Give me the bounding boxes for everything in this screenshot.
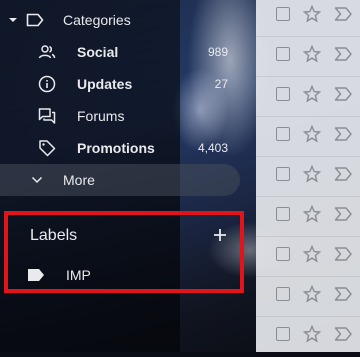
sidebar-item-social[interactable]: Social 989	[0, 36, 240, 68]
table-row[interactable]	[256, 276, 360, 317]
forum-icon	[38, 107, 56, 125]
star-icon[interactable]	[303, 85, 321, 103]
sidebar: Categories Social 989 Updates 27 Forums …	[0, 0, 256, 352]
tag-icon	[38, 139, 56, 157]
sidebar-item-updates[interactable]: Updates 27	[0, 68, 240, 100]
important-marker-icon[interactable]	[334, 206, 354, 222]
label-item-label: IMP	[66, 267, 91, 283]
sidebar-item-forums[interactable]: Forums	[0, 100, 240, 132]
table-row[interactable]	[256, 316, 360, 357]
table-row[interactable]	[256, 236, 360, 277]
star-icon[interactable]	[303, 165, 321, 183]
star-icon[interactable]	[303, 5, 321, 23]
categories-toggle[interactable]: Categories	[0, 4, 240, 36]
checkbox[interactable]	[276, 87, 290, 101]
star-icon[interactable]	[303, 125, 321, 143]
label-icon	[28, 268, 46, 282]
table-row[interactable]	[256, 116, 360, 157]
sidebar-item-promotions[interactable]: Promotions 4,403	[0, 132, 240, 164]
checkbox[interactable]	[276, 327, 290, 341]
more-button[interactable]: More	[0, 164, 240, 196]
important-marker-icon[interactable]	[334, 126, 354, 142]
star-icon[interactable]	[303, 245, 321, 263]
people-icon	[38, 43, 56, 61]
category-label-icon	[26, 11, 44, 29]
checkbox[interactable]	[276, 47, 290, 61]
important-marker-icon[interactable]	[334, 326, 354, 342]
table-row[interactable]	[256, 76, 360, 117]
categories-label: Categories	[63, 12, 131, 28]
checkbox[interactable]	[276, 207, 290, 221]
table-row[interactable]	[256, 196, 360, 237]
table-row[interactable]	[256, 0, 360, 37]
checkbox[interactable]	[276, 167, 290, 181]
star-icon[interactable]	[303, 285, 321, 303]
labels-section-highlight: Labels IMP	[4, 211, 244, 293]
checkbox[interactable]	[276, 127, 290, 141]
labels-heading: Labels	[30, 227, 78, 244]
checkbox[interactable]	[276, 247, 290, 261]
table-row[interactable]	[256, 156, 360, 197]
plus-icon[interactable]	[208, 223, 232, 247]
info-icon	[38, 75, 56, 93]
more-label: More	[63, 172, 95, 188]
unread-count: 27	[214, 77, 228, 91]
important-marker-icon[interactable]	[334, 246, 354, 262]
label-item-imp[interactable]: IMP	[8, 259, 240, 291]
sidebar-item-label: Updates	[77, 76, 133, 92]
star-icon[interactable]	[303, 325, 321, 343]
sidebar-item-label: Forums	[77, 108, 125, 124]
sidebar-item-label: Promotions	[77, 140, 155, 156]
important-marker-icon[interactable]	[334, 46, 354, 62]
important-marker-icon[interactable]	[334, 86, 354, 102]
email-list-partial	[256, 0, 360, 357]
sidebar-item-label: Social	[77, 44, 119, 60]
important-marker-icon[interactable]	[334, 6, 354, 22]
chevron-down-icon	[28, 171, 46, 189]
checkbox[interactable]	[276, 7, 290, 21]
important-marker-icon[interactable]	[334, 286, 354, 302]
star-icon[interactable]	[303, 205, 321, 223]
checkbox[interactable]	[276, 287, 290, 301]
star-icon[interactable]	[303, 45, 321, 63]
unread-count: 4,403	[197, 141, 228, 155]
unread-count: 989	[207, 45, 228, 59]
important-marker-icon[interactable]	[334, 166, 354, 182]
arrow-down-icon	[4, 11, 22, 29]
table-row[interactable]	[256, 36, 360, 77]
